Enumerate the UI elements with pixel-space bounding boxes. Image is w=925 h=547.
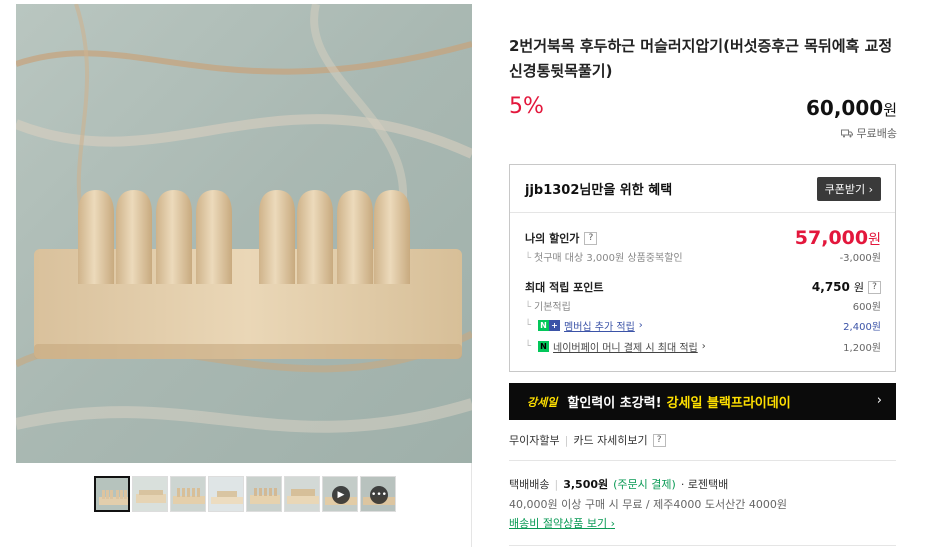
chevron-right-icon: › — [638, 320, 643, 331]
promo-logo: 강세일 — [527, 395, 558, 409]
first-purchase-row: └ 첫구매 대상 3,000원 상품중복할인 -3,000원 — [525, 249, 881, 264]
chevron-right-icon: › — [701, 341, 706, 352]
price-unit: 원 — [883, 101, 897, 119]
points-unit: 원 — [853, 281, 864, 294]
thumbnail-6[interactable] — [284, 476, 320, 512]
separator: | — [564, 433, 569, 447]
coupon-button-label: 쿠폰받기 — [824, 182, 866, 196]
naver-pay-icon: N — [538, 341, 550, 352]
membership-link[interactable]: 멤버십 추가 적립 — [564, 318, 635, 333]
membership-row: └ N + 멤버십 추가 적립 › 2,400원 — [525, 318, 881, 333]
thumbnail-video[interactable]: ▶ — [322, 476, 358, 512]
npay-link[interactable]: 네이버페이 머니 결제 시 최대 적립 — [553, 339, 698, 354]
shipping-label: 택배배송 — [509, 478, 550, 491]
base-points-label: 기본적립 — [534, 302, 571, 313]
first-purchase-value: -3,000원 — [839, 253, 881, 264]
help-icon[interactable]: ? — [652, 433, 666, 447]
free-shipping-badge: 무료배송 — [840, 125, 897, 141]
thumbnail-4[interactable] — [208, 476, 244, 512]
shipping-saving-link[interactable]: 배송비 절약상품 보기 › — [509, 515, 615, 531]
chevron-right-icon: › — [868, 182, 873, 196]
naver-plus-icon: N + — [538, 320, 561, 331]
points-value: 4,750 — [811, 280, 850, 294]
shipping-condition: 40,000원 이상 구매 시 무료 / 제주4000 도서산간 4000원 — [509, 498, 787, 511]
benefit-title: jjb1302님만을 위한 혜택 — [525, 183, 673, 198]
product-info: 2번거북목 후두하근 머슬러지압기(버섯증후근 목뒤에혹 교정 신경통뒷목풀기)… — [509, 0, 897, 547]
points-row: 최대 적립 포인트 4,750 원? — [525, 279, 881, 295]
divider — [509, 545, 896, 546]
my-price-row: 나의 할인가? 57,000원 — [525, 227, 881, 249]
thumbnail-5[interactable] — [246, 476, 282, 512]
product-gallery: ▶ ••• — [16, 4, 472, 547]
installment-label: 무이자할부 — [509, 434, 560, 447]
benefit-box: jjb1302님만을 위한 혜택 쿠폰받기 › 나의 할인가? 57,000원 … — [509, 164, 896, 372]
separator: | — [554, 477, 559, 491]
shipping-info: 택배배송 | 3,500원 (주문시 결제) · 로젠택배 — [509, 476, 728, 492]
help-icon[interactable]: ? — [868, 280, 881, 294]
thumbnail-1[interactable] — [94, 476, 130, 512]
shipping-fee-note: (주문시 결제) — [613, 478, 676, 491]
base-points-row: └ 기본적립 600원 — [525, 298, 881, 313]
my-price-value: 57,000 — [794, 227, 869, 249]
chat-icon: ••• — [370, 486, 388, 504]
price-value: 60,000 — [806, 96, 884, 120]
thumbnail-review[interactable]: ••• — [360, 476, 396, 512]
my-price: 57,000원 — [795, 227, 881, 249]
promo-text: 할인력이 초강력! — [567, 396, 662, 411]
my-price-label: 나의 할인가 — [525, 232, 580, 245]
thumbnail-strip: ▶ ••• — [94, 476, 396, 512]
payment-info: 무이자할부 | 카드 자세히보기 ? — [509, 432, 666, 448]
coupon-button[interactable]: 쿠폰받기 › — [816, 176, 881, 201]
promo-banner[interactable]: 강세일 할인력이 초강력! 강세일 블랙프라이데이 › — [509, 383, 896, 420]
base-points-value: 600원 — [852, 302, 881, 313]
shipping-saving-label: 배송비 절약상품 보기 — [509, 517, 608, 530]
thumbnail-2[interactable] — [132, 476, 168, 512]
membership-value: 2,400원 — [843, 322, 881, 333]
chevron-right-icon: › — [610, 517, 615, 530]
shipping-carrier: · 로젠택배 — [680, 478, 729, 491]
shipping-fee: 3,500원 — [563, 478, 609, 491]
help-icon[interactable]: ? — [584, 231, 598, 245]
points-label: 최대 적립 포인트 — [525, 281, 604, 294]
npay-value: 1,200원 — [843, 343, 881, 354]
free-shipping-label: 무료배송 — [856, 127, 897, 140]
play-icon: ▶ — [332, 486, 350, 504]
promo-highlight: 강세일 블랙프라이데이 — [666, 396, 791, 411]
card-detail-link[interactable]: 카드 자세히보기 — [573, 432, 647, 448]
thumbnail-3[interactable] — [170, 476, 206, 512]
truck-icon — [840, 129, 853, 137]
main-product-image[interactable] — [16, 4, 472, 463]
divider — [509, 460, 896, 461]
first-purchase-label: 첫구매 대상 3,000원 상품중복할인 — [534, 253, 683, 264]
product-title: 2번거북목 후두하근 머슬러지압기(버섯증후근 목뒤에혹 교정 신경통뒷목풀기) — [509, 37, 893, 80]
product-price: 60,000원 — [806, 96, 897, 120]
discount-rate: 5% — [509, 94, 544, 119]
benefit-header: jjb1302님만을 위한 혜택 쿠폰받기 › — [510, 165, 895, 213]
my-price-unit: 원 — [868, 232, 881, 248]
chevron-right-icon: › — [876, 393, 882, 408]
npay-row: └ N 네이버페이 머니 결제 시 최대 적립 › 1,200원 — [525, 339, 881, 354]
